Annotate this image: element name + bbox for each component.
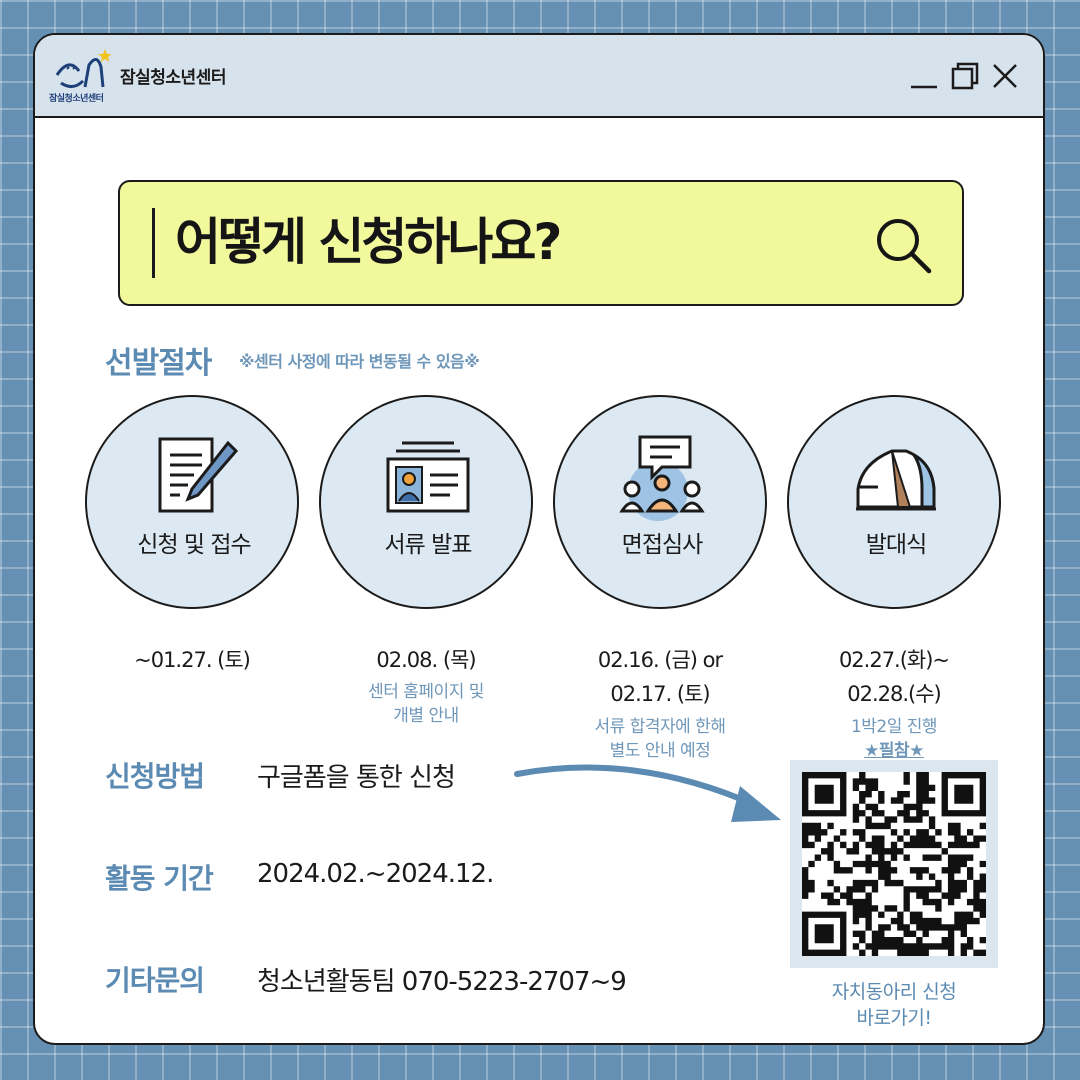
period-value: 2024.02.~2024.12. (257, 859, 494, 889)
method-value: 구글폼을 통한 신청 (257, 763, 456, 793)
step-label: 신청 및 접수 (137, 532, 251, 558)
minimize-button[interactable] (907, 59, 941, 93)
tent-icon (856, 449, 936, 511)
search-icon[interactable] (872, 214, 934, 276)
selection-note: ※센터 사정에 따라 변동될 수 있음※ (239, 352, 480, 371)
step-note: 서류 합격자에 한해 (594, 717, 726, 737)
qr-caption[interactable]: 자치동아리 신청 바로가기! (773, 979, 1015, 1031)
step-note: 개별 안내 (393, 706, 459, 726)
step-circle: 면접심사 (553, 395, 767, 609)
qr-code-icon[interactable] (802, 772, 986, 956)
id-card-icon (386, 441, 470, 513)
document-pen-icon (158, 437, 238, 513)
step-date: 02.28.(수) (847, 682, 942, 706)
step-date: 02.27.(화)~ (838, 648, 950, 672)
step-circle: 발대식 (787, 395, 1001, 609)
qr-code-frame[interactable] (790, 760, 998, 968)
qr-caption-line: 바로가기! (856, 1007, 932, 1029)
app-window: 잠실청소년센터 잠실청소년센터 어떻게 신청하나요? 선발절차 ※센터 사정에 … (33, 33, 1045, 1045)
qr-caption-line: 자치동아리 신청 (831, 981, 957, 1003)
step-date: 02.16. (금) or (597, 648, 723, 672)
arrow-icon (514, 764, 781, 822)
contact-label: 기타문의 (105, 964, 205, 997)
contact-value: 청소년활동팀 070-5223-2707~9 (257, 967, 627, 997)
interview-meeting-icon (619, 435, 705, 521)
maximize-button[interactable] (948, 59, 982, 93)
close-button[interactable] (988, 59, 1022, 93)
step-circle: 신청 및 접수 (85, 395, 299, 609)
step-date: 02.17. (토) (610, 682, 710, 706)
method-label: 신청방법 (105, 760, 205, 793)
step-label: 면접심사 (621, 532, 704, 558)
step-note: 센터 홈페이지 및 (368, 682, 484, 702)
title-bar: 잠실청소년센터 잠실청소년센터 (35, 35, 1043, 118)
selection-title: 선발절차 (105, 346, 212, 381)
logo-text: 잠실청소년센터 (49, 94, 104, 104)
app-title: 잠실청소년센터 (120, 68, 226, 88)
step-note: 1박2일 진행 (850, 717, 938, 737)
step-date: ~01.27. (토) (134, 648, 251, 672)
step-date: 02.08. (목) (376, 648, 476, 672)
step-label: 발대식 (865, 532, 927, 558)
period-label: 활동 기간 (105, 862, 214, 895)
step-circle: 서류 발표 (319, 395, 533, 609)
step-label: 서류 발표 (384, 532, 473, 558)
text-cursor (152, 208, 155, 278)
search-query: 어떻게 신청하나요? (175, 213, 562, 271)
search-bar[interactable]: 어떻게 신청하나요? (118, 180, 964, 306)
